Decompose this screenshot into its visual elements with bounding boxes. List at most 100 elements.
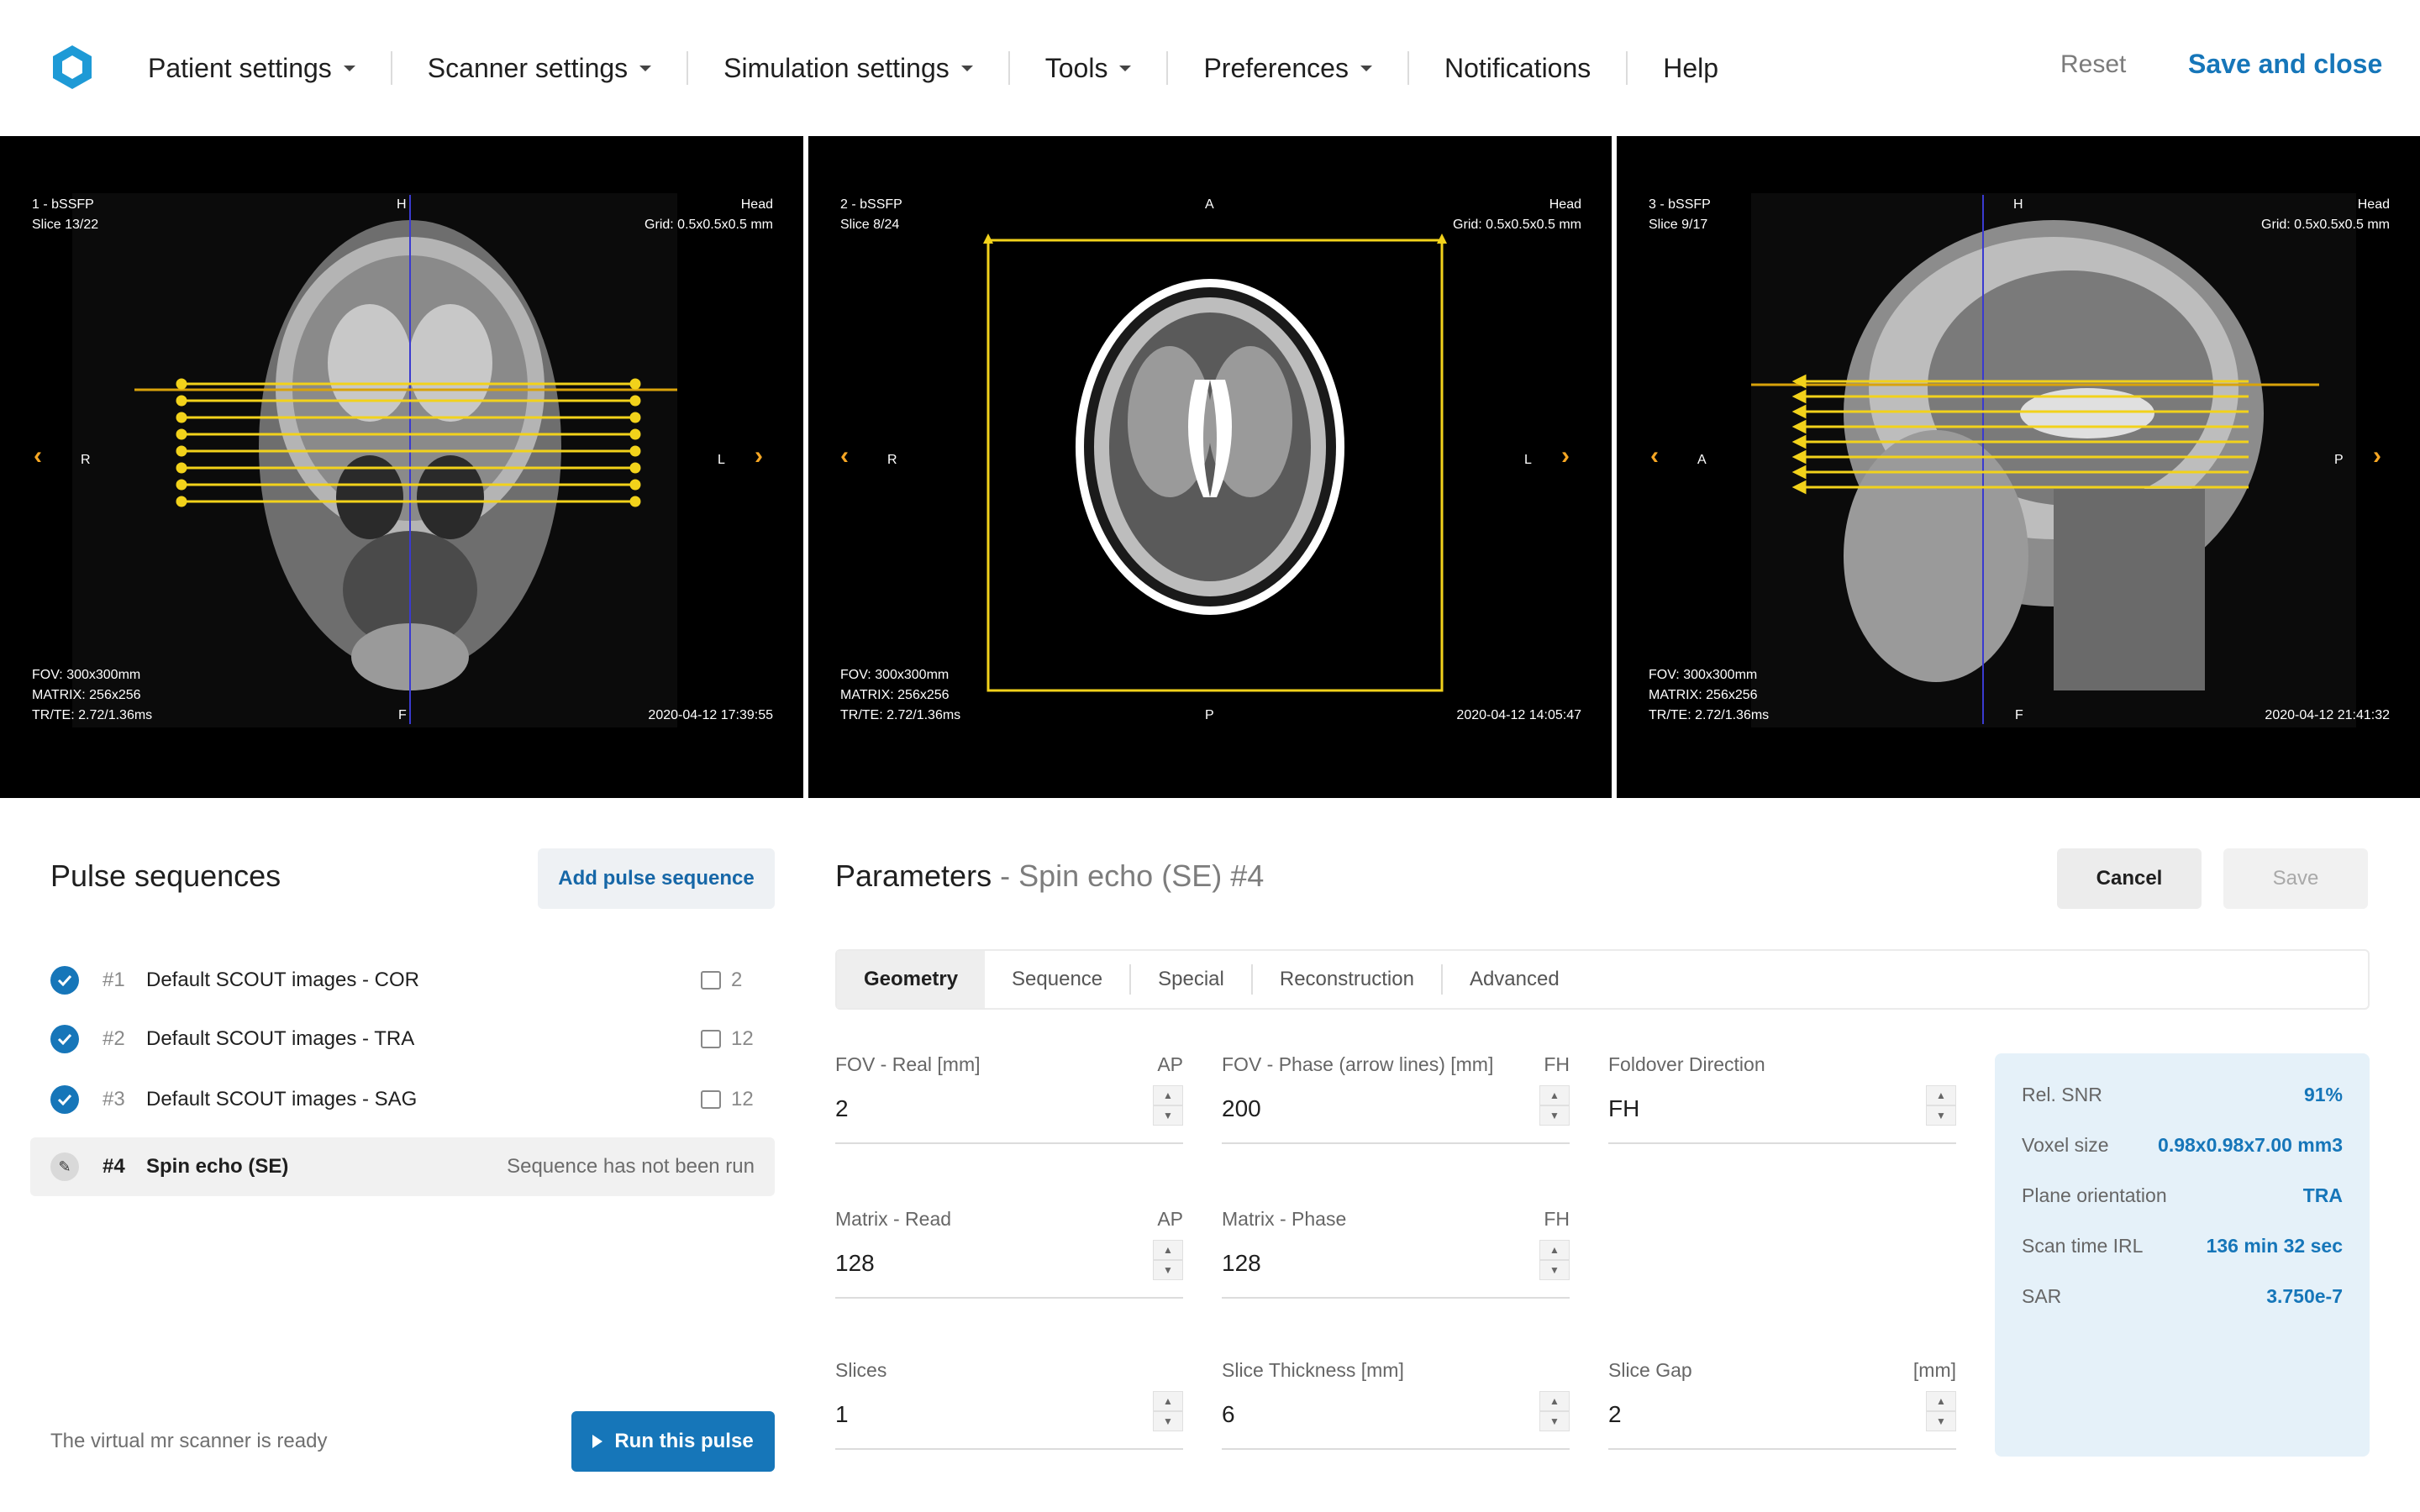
stepper[interactable]: ▲ ▼ <box>1926 1391 1956 1435</box>
chevron-up-icon: ▲ <box>1153 1240 1183 1260</box>
fov-phase-field[interactable]: FOV - Phase (arrow lines) [mm] FH 200 ▲ ▼ <box>1222 1053 1570 1163</box>
chevron-down-icon <box>960 65 973 71</box>
viewport-coronal[interactable]: 1 - bSSFP Slice 13/22 H Head Grid: 0.5x0.5… <box>0 136 803 798</box>
chevron-down-icon: ▼ <box>1926 1105 1956 1126</box>
nav-preferences[interactable]: Preferences <box>1203 47 1372 89</box>
save-button[interactable]: Save <box>2223 848 2368 909</box>
matrix-label: MATRIX: 256x256 <box>32 688 141 702</box>
chevron-up-icon: ▲ <box>1539 1085 1570 1105</box>
stepper[interactable]: ▲ ▼ <box>1153 1240 1183 1284</box>
trte-label: TR/TE: 2.72/1.36ms <box>32 708 153 722</box>
nav-tools[interactable]: Tools <box>1045 47 1132 89</box>
slice-index: Slice 9/17 <box>1649 218 1708 232</box>
nav-patient-settings[interactable]: Patient settings <box>148 47 355 89</box>
stat-voxel-size: Voxel size 0.98x0.98x7.00 mm3 <box>2022 1134 2343 1156</box>
cancel-button[interactable]: Cancel <box>2057 848 2202 909</box>
previous-slice-arrow-icon[interactable]: ‹ <box>1650 442 1659 470</box>
image-icon <box>701 971 721 990</box>
top-bar: Patient settings Scanner settings Simula… <box>0 0 2420 136</box>
sequence-name: Default SCOUT images - COR <box>146 969 419 991</box>
save-and-close-button[interactable]: Save and close <box>2188 49 2382 80</box>
parameter-tabs: Geometry Sequence Special Reconstruction… <box>835 949 2370 1010</box>
next-slice-arrow-icon[interactable]: › <box>1561 442 1570 470</box>
sequence-item-2[interactable]: #2 Default SCOUT images - TRA 12 <box>30 1010 775 1068</box>
chevron-down-icon <box>343 65 355 71</box>
previous-slice-arrow-icon[interactable]: ‹ <box>34 442 42 470</box>
add-pulse-sequence-button[interactable]: Add pulse sequence <box>538 848 775 909</box>
play-icon <box>592 1435 603 1448</box>
nav-notifications[interactable]: Notifications <box>1444 47 1591 89</box>
sequence-item-1[interactable]: #1 Default SCOUT images - COR 2 <box>30 951 775 1010</box>
image-icon <box>701 1030 721 1048</box>
matrix-phase-field[interactable]: Matrix - Phase FH 128 ▲ ▼ <box>1222 1208 1570 1317</box>
sequence-item-4[interactable]: ✎ #4 Spin echo (SE) Sequence has not bee… <box>30 1137 775 1196</box>
tab-sequence[interactable]: Sequence <box>985 951 1129 1008</box>
stepper[interactable]: ▲ ▼ <box>1926 1085 1956 1129</box>
fov-read-input[interactable]: 2 <box>835 1095 849 1122</box>
reset-button[interactable]: Reset <box>2060 50 2126 79</box>
fov-read-field[interactable]: FOV - Real [mm] AP 2 ▲ ▼ <box>835 1053 1183 1163</box>
sequence-number: #1 <box>103 969 125 991</box>
foldover-direction-input[interactable]: FH <box>1608 1095 1639 1122</box>
stepper[interactable]: ▲ ▼ <box>1539 1240 1570 1284</box>
viewer-panels: 1 - bSSFP Slice 13/22 H Head Grid: 0.5x0.5… <box>0 136 2420 798</box>
sequence-number: #2 <box>103 1027 125 1050</box>
nav-scanner-settings[interactable]: Scanner settings <box>428 47 652 89</box>
stepper[interactable]: ▲ ▼ <box>1539 1391 1570 1435</box>
orientation-top: A <box>1205 197 1214 212</box>
tab-geometry[interactable]: Geometry <box>837 951 986 1008</box>
previous-slice-arrow-icon[interactable]: ‹ <box>840 442 849 470</box>
slice-gap-field[interactable]: Slice Gap [mm] 2 ▲ ▼ <box>1608 1359 1956 1468</box>
stepper[interactable]: ▲ ▼ <box>1153 1391 1183 1435</box>
series-title: 1 - bSSFP <box>32 197 94 212</box>
image-count: 2 <box>731 969 743 991</box>
sequence-name: Spin echo (SE) <box>146 1155 289 1178</box>
nav-simulation-settings[interactable]: Simulation settings <box>723 47 973 89</box>
chevron-down-icon <box>1119 65 1132 71</box>
tab-reconstruction[interactable]: Reconstruction <box>1253 951 1441 1008</box>
stepper[interactable]: ▲ ▼ <box>1153 1085 1183 1129</box>
series-title: 2 - bSSFP <box>840 197 902 212</box>
stepper[interactable]: ▲ ▼ <box>1539 1085 1570 1129</box>
grid-label: Grid: 0.5x0.5x0.5 mm <box>644 218 773 232</box>
app-logo-icon[interactable] <box>49 44 96 91</box>
tab-special[interactable]: Special <box>1131 951 1251 1008</box>
foldover-direction-field[interactable]: Foldover Direction FH ▲ ▼ <box>1608 1053 1956 1163</box>
chevron-down-icon: ▼ <box>1539 1105 1570 1126</box>
grid-label: Grid: 0.5x0.5x0.5 mm <box>2261 218 2390 232</box>
viewport-axial[interactable]: 2 - bSSFP Slice 8/24 A Head Grid: 0.5x0.5x… <box>808 136 1612 798</box>
matrix-read-field[interactable]: Matrix - Read AP 128 ▲ ▼ <box>835 1208 1183 1317</box>
chevron-down-icon: ▼ <box>1539 1260 1570 1280</box>
slice-gap-input[interactable]: 2 <box>1608 1401 1622 1428</box>
series-title: 3 - bSSFP <box>1649 197 1711 212</box>
next-slice-arrow-icon[interactable]: › <box>755 442 763 470</box>
run-pulse-button[interactable]: Run this pulse <box>571 1411 775 1472</box>
chevron-up-icon: ▲ <box>1539 1240 1570 1260</box>
slice-thickness-field[interactable]: Slice Thickness [mm] 6 ▲ ▼ <box>1222 1359 1570 1468</box>
fov-label: FOV: 300x300mm <box>840 668 950 682</box>
orientation-top: H <box>397 197 407 212</box>
trte-label: TR/TE: 2.72/1.36ms <box>1649 708 1770 722</box>
viewport-sagittal[interactable]: 3 - bSSFP Slice 9/17 H Head Grid: 0.5x0.5x… <box>1617 136 2420 798</box>
sequence-name: Default SCOUT images - TRA <box>146 1027 415 1050</box>
slices-input[interactable]: 1 <box>835 1401 849 1428</box>
chevron-up-icon: ▲ <box>1926 1391 1956 1411</box>
chevron-down-icon: ▼ <box>1539 1411 1570 1431</box>
next-slice-arrow-icon[interactable]: › <box>2373 442 2381 470</box>
sequence-item-3[interactable]: #3 Default SCOUT images - SAG 12 <box>30 1070 775 1129</box>
tab-advanced[interactable]: Advanced <box>1443 951 1586 1008</box>
orientation-bottom: F <box>2015 708 2023 722</box>
parameters-title: Parameters - Spin echo (SE) #4 <box>835 858 1265 893</box>
main-nav: Patient settings Scanner settings Simula… <box>148 47 1718 89</box>
matrix-read-input[interactable]: 128 <box>835 1250 875 1277</box>
trte-label: TR/TE: 2.72/1.36ms <box>840 708 961 722</box>
stat-sar: SAR 3.750e-7 <box>2022 1285 2343 1307</box>
scanner-status-text: The virtual mr scanner is ready <box>50 1430 328 1452</box>
matrix-phase-input[interactable]: 128 <box>1222 1250 1261 1277</box>
fov-phase-input[interactable]: 200 <box>1222 1095 1261 1122</box>
image-count: 12 <box>731 1027 754 1050</box>
slices-field[interactable]: Slices 1 ▲ ▼ <box>835 1359 1183 1468</box>
slice-thickness-input[interactable]: 6 <box>1222 1401 1235 1428</box>
orientation-bottom: P <box>1205 708 1214 722</box>
nav-help[interactable]: Help <box>1663 47 1718 89</box>
